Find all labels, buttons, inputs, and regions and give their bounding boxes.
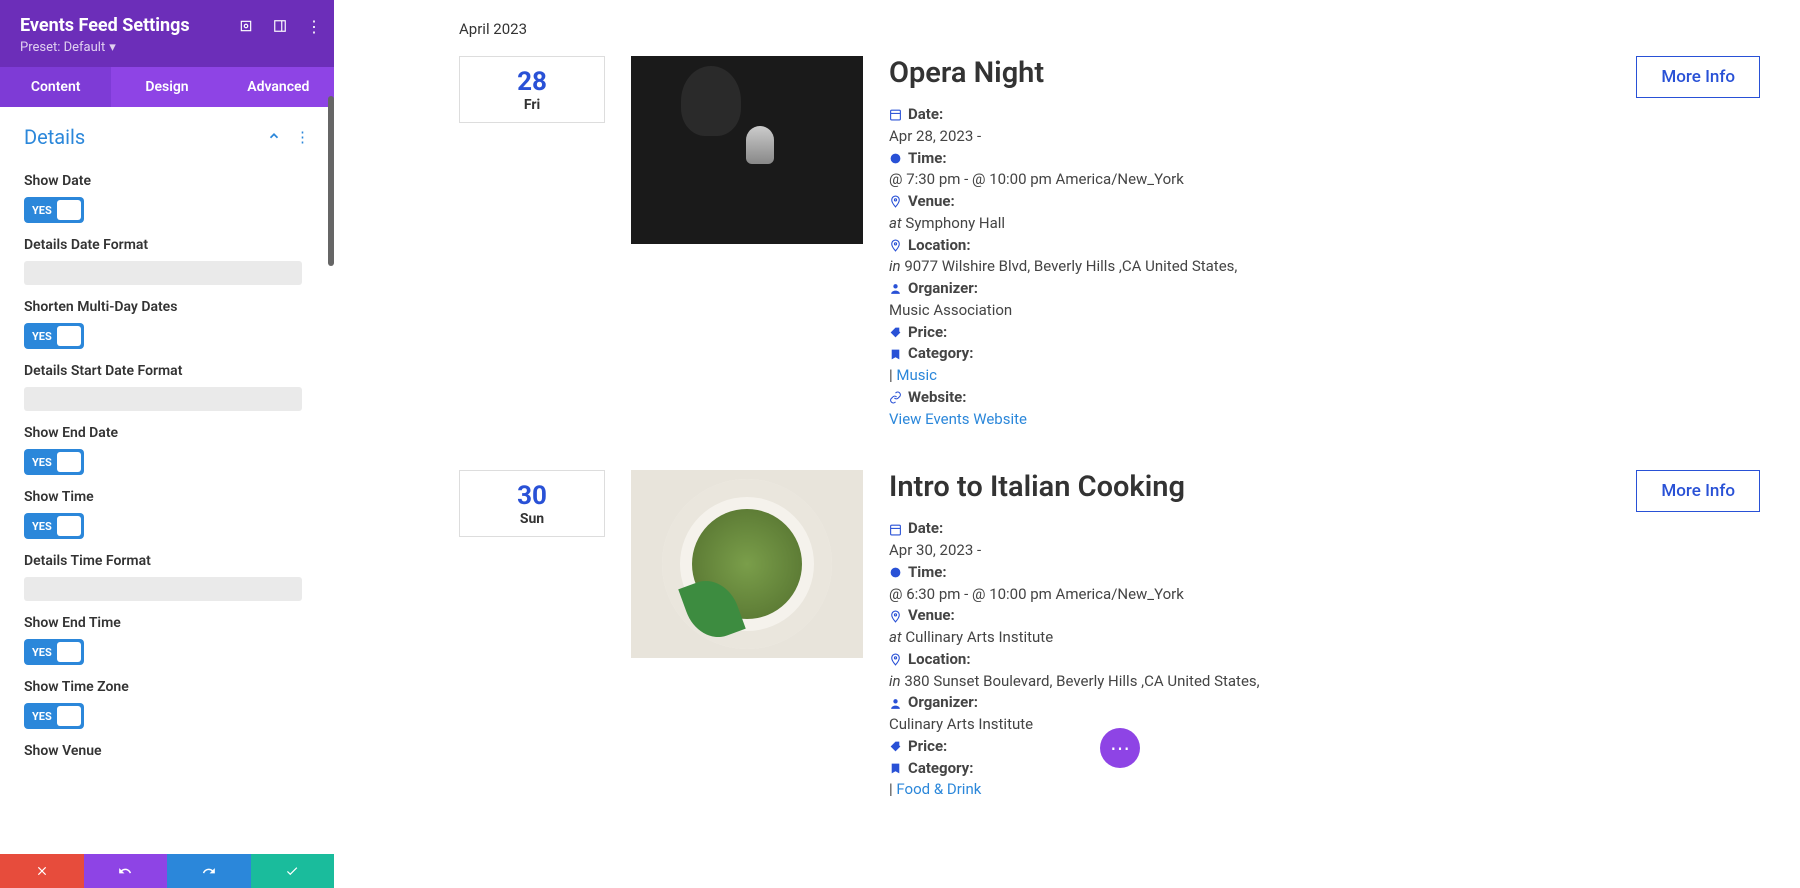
pin-icon (889, 653, 902, 666)
more-info-button[interactable]: More Info (1636, 56, 1760, 98)
setting-label: Show End Date (24, 425, 310, 441)
toggle-show-time[interactable]: YES (24, 513, 84, 539)
setting-label: Show End Time (24, 615, 310, 631)
settings-body: Show Date YES Details Date Format Shorten… (0, 159, 334, 854)
section-title: Details (24, 125, 85, 149)
event-details: Intro to Italian Cooking Date: Apr 30, 2… (889, 470, 1610, 801)
toggle-shorten-dates[interactable]: YES (24, 323, 84, 349)
settings-sidebar: Events Feed Settings Preset: Default ▾ ⋮… (0, 0, 334, 888)
toggle-show-end-time[interactable]: YES (24, 639, 84, 665)
event-image (631, 470, 863, 658)
date-number: 28 (517, 67, 547, 97)
bookmark-icon (889, 762, 902, 775)
section-header[interactable]: Details ⋮ (0, 107, 334, 159)
pin-icon (889, 239, 902, 252)
section-more-icon[interactable]: ⋮ (295, 128, 310, 146)
clock-icon (889, 566, 902, 579)
date-box: 28 Fri (459, 56, 605, 123)
input-time-format[interactable] (24, 577, 302, 601)
preset-selector[interactable]: Preset: Default ▾ (20, 40, 314, 55)
pin-icon (889, 195, 902, 208)
setting-label: Show Time Zone (24, 679, 310, 695)
setting-label: Show Venue (24, 743, 310, 759)
cancel-button[interactable] (0, 854, 84, 888)
input-start-date-format[interactable] (24, 387, 302, 411)
date-box: 30 Sun (459, 470, 605, 537)
tag-icon (889, 326, 902, 339)
toggle-show-end-date[interactable]: YES (24, 449, 84, 475)
setting-label: Details Start Date Format (24, 363, 310, 379)
preset-label: Preset: Default (20, 40, 105, 55)
clock-icon (889, 152, 902, 165)
setting-label: Show Date (24, 173, 310, 189)
expand-icon[interactable] (272, 18, 288, 34)
toggle-show-time-zone[interactable]: YES (24, 703, 84, 729)
event-title: Intro to Italian Cooking (889, 470, 1610, 504)
tab-design[interactable]: Design (111, 67, 222, 107)
floating-action-button[interactable]: ⋯ (1100, 728, 1140, 768)
calendar-icon (889, 108, 902, 121)
event-image (631, 56, 863, 244)
chevron-up-icon[interactable] (267, 128, 281, 147)
category-link[interactable]: Food & Drink (896, 780, 981, 798)
bookmark-icon (889, 348, 902, 361)
portability-icon[interactable] (238, 18, 254, 34)
caret-down-icon: ▾ (109, 40, 116, 55)
event-title: Opera Night (889, 56, 1610, 90)
date-day: Sun (520, 511, 544, 527)
undo-button[interactable] (84, 854, 168, 888)
event-card: 28 Fri Opera Night Date: Apr 28, 2023 - … (459, 56, 1760, 430)
month-label: April 2023 (459, 20, 1760, 38)
event-details: Opera Night Date: Apr 28, 2023 - Time: @… (889, 56, 1610, 430)
tab-advanced[interactable]: Advanced (223, 67, 334, 107)
input-date-format[interactable] (24, 261, 302, 285)
person-icon (889, 697, 902, 710)
toggle-show-date[interactable]: YES (24, 197, 84, 223)
action-bar (0, 854, 334, 888)
sidebar-tabs: Content Design Advanced (0, 67, 334, 107)
category-link[interactable]: Music (896, 366, 937, 384)
redo-button[interactable] (167, 854, 251, 888)
setting-label: Show Time (24, 489, 310, 505)
setting-label: Shorten Multi-Day Dates (24, 299, 310, 315)
calendar-icon (889, 523, 902, 536)
website-link[interactable]: View Events Website (889, 410, 1027, 428)
save-button[interactable] (251, 854, 335, 888)
link-icon (889, 391, 902, 404)
more-icon[interactable]: ⋮ (306, 18, 322, 34)
tag-icon (889, 740, 902, 753)
date-number: 30 (517, 481, 547, 511)
person-icon (889, 282, 902, 295)
setting-label: Details Time Format (24, 553, 310, 569)
setting-label: Details Date Format (24, 237, 310, 253)
pin-icon (889, 610, 902, 623)
tab-content[interactable]: Content (0, 67, 111, 107)
preview-area: April 2023 28 Fri Opera Night Date: Apr … (334, 0, 1800, 888)
date-day: Fri (524, 97, 540, 113)
sidebar-header: Events Feed Settings Preset: Default ▾ ⋮ (0, 0, 334, 67)
more-info-button[interactable]: More Info (1636, 470, 1760, 512)
